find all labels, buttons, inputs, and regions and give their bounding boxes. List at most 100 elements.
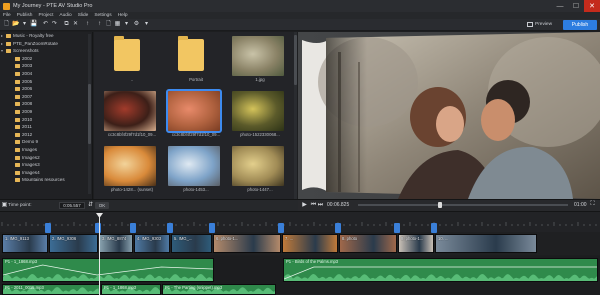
- media-photo-tile[interactable]: photo-1428... (sunset): [100, 143, 156, 194]
- time-stepper-icon[interactable]: ⇵: [87, 202, 94, 209]
- time-point-input[interactable]: 0:05.557: [59, 202, 85, 209]
- tree-item[interactable]: 2008: [0, 100, 92, 108]
- next-slide-icon[interactable]: ⏭: [317, 202, 324, 209]
- add-file-icon[interactable]: 🗋: [105, 21, 112, 28]
- transition-marker[interactable]: [335, 223, 341, 233]
- tree-item[interactable]: 2003: [0, 62, 92, 70]
- menu-project[interactable]: Project: [38, 13, 53, 18]
- tree-item[interactable]: 2007: [0, 93, 92, 101]
- media-scrollbar[interactable]: [294, 32, 297, 199]
- media-photo-tile[interactable]: 1.jpg: [228, 33, 284, 84]
- chevron-right-icon[interactable]: ▸: [1, 40, 3, 48]
- video-clip[interactable]: 9. photo-1...: [398, 234, 434, 253]
- menu-slide[interactable]: Slide: [78, 13, 89, 18]
- transition-marker[interactable]: [45, 223, 51, 233]
- slide-preview[interactable]: [298, 32, 600, 199]
- settings-icon[interactable]: ⚙: [133, 21, 140, 28]
- timeline-mode-icon[interactable]: ▣: [1, 202, 8, 209]
- playback-scrubber[interactable]: [358, 202, 568, 208]
- video-clip[interactable]: 7. ...: [282, 234, 338, 253]
- up-arrow-icon[interactable]: ↑: [96, 21, 103, 28]
- audio-clip[interactable]: P1 - 2011_0015.mp3: [2, 284, 100, 295]
- menu-publish[interactable]: Publish: [17, 13, 33, 18]
- tree-item[interactable]: 2009: [0, 108, 92, 116]
- tree-item[interactable]: Images2: [0, 154, 92, 162]
- tree-item[interactable]: ▸ PTE_PanZoomRotate: [0, 40, 92, 48]
- audio-clip[interactable]: P1 - 1_1868.mp3: [101, 284, 161, 295]
- media-photo-tile[interactable]: cc3c8bf4f29f7d1f10_09...: [164, 88, 222, 139]
- transition-marker[interactable]: [95, 223, 101, 233]
- transition-marker[interactable]: [278, 223, 284, 233]
- view-mode-icon[interactable]: ▦: [114, 21, 121, 28]
- undo-icon[interactable]: ↶: [42, 21, 49, 28]
- tree-item[interactable]: ▸ Music - Royalty free: [0, 32, 92, 40]
- video-clip[interactable]: 5. IMG_...: [171, 234, 212, 253]
- video-clip[interactable]: 2. IMG_9306: [49, 234, 98, 253]
- video-clip[interactable]: 6. photo-1...: [213, 234, 281, 253]
- tree-item[interactable]: ▾ Screenshots: [0, 47, 92, 55]
- tree-scroll-thumb[interactable]: [88, 84, 91, 144]
- transition-marker[interactable]: [209, 223, 215, 233]
- media-photo-tile[interactable]: photo-1453...: [164, 143, 220, 194]
- video-clip[interactable]: 8. photo: [339, 234, 397, 253]
- tree-item[interactable]: 2002: [0, 55, 92, 63]
- new-project-icon[interactable]: 🗋: [3, 21, 10, 28]
- media-scroll-thumb[interactable]: [294, 35, 297, 85]
- previous-slide-icon[interactable]: ⏮: [310, 202, 317, 209]
- folder-icon: [15, 147, 20, 152]
- fullscreen-icon[interactable]: ⛶: [589, 201, 596, 208]
- media-photo-tile[interactable]: photo-1447...: [228, 143, 284, 194]
- time-ok-button[interactable]: OK: [95, 202, 109, 209]
- filter-icon[interactable]: ▾: [143, 21, 150, 28]
- minimize-button[interactable]: —: [552, 0, 568, 12]
- tree-item[interactable]: 2005: [0, 78, 92, 86]
- menu-audio[interactable]: Audio: [59, 13, 71, 18]
- up-folder-icon[interactable]: ↑: [84, 21, 91, 28]
- maximize-button[interactable]: ☐: [568, 0, 584, 12]
- copy-icon[interactable]: ⧉: [63, 21, 70, 28]
- tree-scrollbar[interactable]: [88, 34, 91, 194]
- scrubber-knob[interactable]: [438, 202, 442, 208]
- tree-item[interactable]: 2011: [0, 123, 92, 131]
- audio-clip[interactable]: P1 - 1_1868.mp3: [2, 258, 214, 282]
- publish-button[interactable]: Publish: [563, 20, 597, 30]
- tree-item[interactable]: Images3: [0, 161, 92, 169]
- tree-item[interactable]: 2004: [0, 70, 92, 78]
- transition-marker[interactable]: [394, 223, 400, 233]
- video-clip[interactable]: 1. IMG_9113: [2, 234, 48, 253]
- open-project-icon[interactable]: 📂: [12, 21, 19, 28]
- video-clip[interactable]: 4. IMG_9303: [134, 234, 170, 253]
- menu-file[interactable]: File: [3, 13, 11, 18]
- chevron-down-icon[interactable]: ▾: [1, 47, 3, 55]
- play-icon[interactable]: ▶: [301, 202, 308, 209]
- redo-icon[interactable]: ↷: [51, 21, 58, 28]
- tree-item[interactable]: Images4: [0, 169, 92, 177]
- media-folder-tile[interactable]: ..: [100, 33, 156, 84]
- video-clip[interactable]: 10. ...: [435, 234, 537, 253]
- audio-clip[interactable]: P1 - The Parting (snippet).mp3: [162, 284, 276, 295]
- transition-marker[interactable]: [130, 223, 136, 233]
- tree-item[interactable]: 2012: [0, 131, 92, 139]
- chevron-right-icon[interactable]: ▸: [1, 32, 3, 40]
- tree-item[interactable]: Mountains resources: [0, 176, 92, 184]
- preview-button[interactable]: Preview: [527, 21, 554, 29]
- menu-help[interactable]: Help: [118, 13, 128, 18]
- tree-item[interactable]: 2010: [0, 116, 92, 124]
- close-button[interactable]: ✕: [584, 0, 600, 12]
- audio-clip[interactable]: P1 - Birds of the Palms.mp3: [283, 258, 598, 282]
- playhead[interactable]: [99, 214, 100, 295]
- video-clip[interactable]: 3. IMG_8874: [99, 234, 133, 253]
- media-photo-tile[interactable]: photo-1522330068...: [228, 88, 284, 139]
- media-folder-tile[interactable]: Portrait: [164, 33, 220, 84]
- media-photo-tile[interactable]: cc3c8bf4f29f7d1f10_09...: [100, 88, 156, 139]
- save-project-icon[interactable]: 💾: [30, 21, 37, 28]
- tree-item[interactable]: Images: [0, 146, 92, 154]
- tree-item[interactable]: 2006: [0, 85, 92, 93]
- delete-icon[interactable]: ✕: [72, 21, 79, 28]
- save-icon[interactable]: ▾: [21, 21, 28, 28]
- tree-item[interactable]: Demo 9: [0, 138, 92, 146]
- transition-marker[interactable]: [431, 223, 437, 233]
- transition-marker[interactable]: [167, 223, 173, 233]
- menu-settings[interactable]: Settings: [94, 13, 111, 18]
- sort-icon[interactable]: ▾: [123, 21, 130, 28]
